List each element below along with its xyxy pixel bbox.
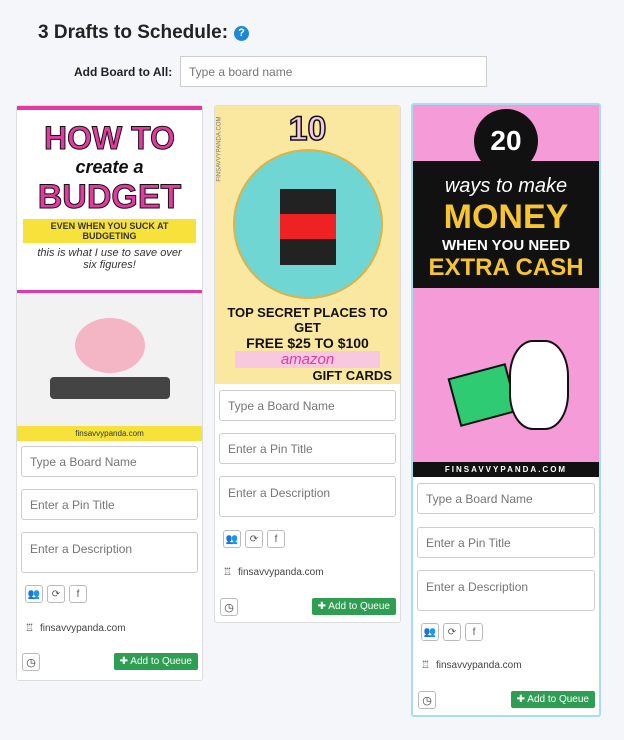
pin-image: HOW TO create a BUDGET EVEN WHEN YOU SUC…	[17, 106, 202, 441]
pin-image: 10 TOP SECRET PLACES TO GET FREE $25 TO …	[215, 106, 400, 384]
description-input[interactable]	[219, 476, 396, 517]
board-name-input[interactable]	[417, 483, 595, 514]
pin-image: 20 ways to make MONEY WHEN YOU NEED EXTR…	[413, 105, 599, 477]
refresh-icon[interactable]: ⟳	[47, 585, 65, 603]
page-title: 3 Drafts to Schedule:?	[38, 22, 250, 44]
board-name-input[interactable]	[219, 390, 396, 421]
add-board-label: Add Board to All:	[74, 65, 173, 79]
group-icon[interactable]: 👥	[25, 585, 43, 603]
site-icon: ♖	[421, 660, 430, 671]
pin-title-input[interactable]	[21, 489, 198, 520]
pin-title-input[interactable]	[219, 433, 396, 464]
help-icon[interactable]: ?	[234, 25, 250, 41]
group-icon[interactable]: 👥	[223, 530, 241, 548]
bunny-illustration	[433, 310, 579, 450]
group-icon[interactable]: 👥	[421, 623, 439, 641]
add-board-to-all-input[interactable]	[180, 56, 487, 87]
description-input[interactable]	[417, 570, 595, 611]
clock-icon[interactable]: ◷	[418, 691, 436, 709]
site-icon: ♖	[25, 623, 34, 634]
piggy-bank-photo	[17, 290, 202, 430]
refresh-icon[interactable]: ⟳	[443, 623, 461, 641]
facebook-icon[interactable]: f	[69, 585, 87, 603]
clock-icon[interactable]: ◷	[22, 653, 40, 671]
facebook-icon[interactable]: f	[465, 623, 483, 641]
site-icon: ♖	[223, 567, 232, 578]
clock-icon[interactable]: ◷	[220, 598, 238, 616]
pin-card: 10 TOP SECRET PLACES TO GET FREE $25 TO …	[214, 105, 401, 623]
add-to-queue-button[interactable]: ✚ Add to Queue	[510, 691, 595, 708]
board-name-input[interactable]	[21, 446, 198, 477]
pin-card: HOW TO create a BUDGET EVEN WHEN YOU SUC…	[16, 105, 203, 681]
pin-title-input[interactable]	[417, 527, 595, 558]
description-input[interactable]	[21, 532, 198, 573]
add-to-queue-button[interactable]: ✚ Add to Queue	[113, 653, 198, 670]
gift-card-photo	[232, 149, 383, 299]
facebook-icon[interactable]: f	[267, 530, 285, 548]
pin-card-selected: 20 ways to make MONEY WHEN YOU NEED EXTR…	[411, 103, 601, 717]
refresh-icon[interactable]: ⟳	[245, 530, 263, 548]
add-to-queue-button[interactable]: ✚ Add to Queue	[311, 598, 396, 615]
